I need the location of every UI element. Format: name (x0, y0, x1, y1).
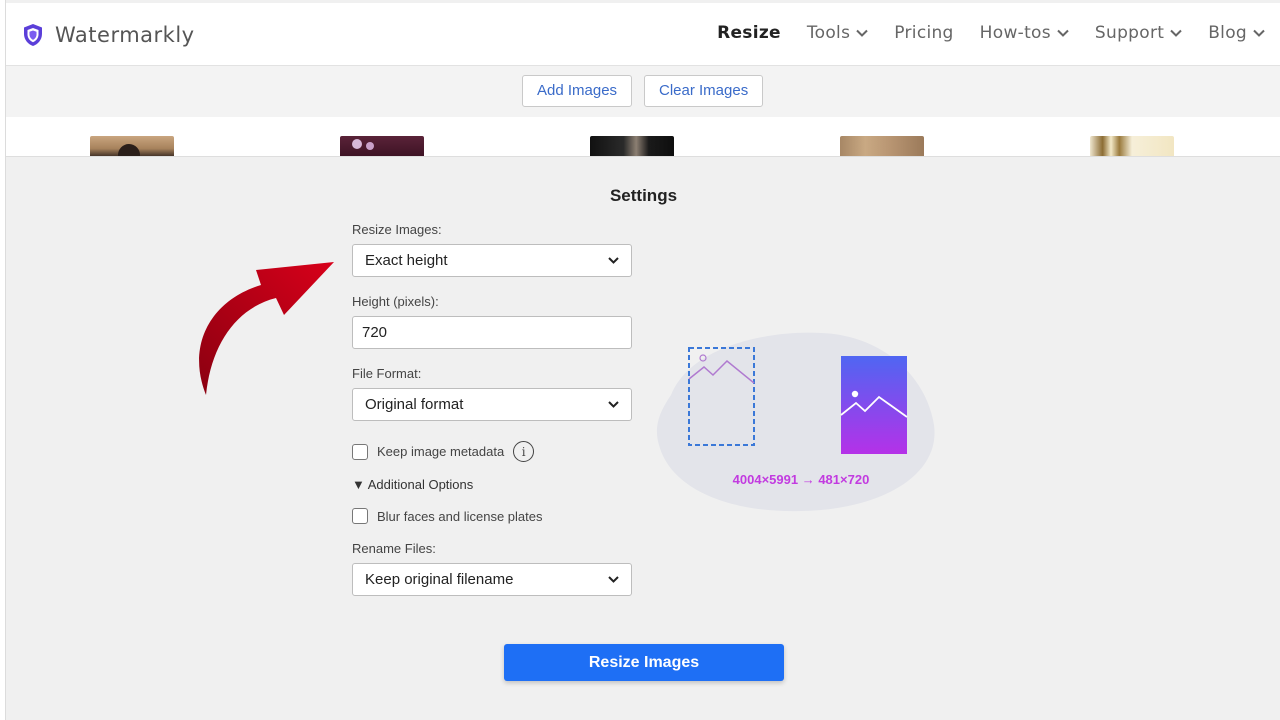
nav-item-label: How-tos (979, 23, 1051, 43)
top-navbar: Watermarkly Resize Tools Pricing How-tos… (6, 3, 1280, 66)
nav-item-label: Tools (806, 23, 851, 43)
app-frame: Watermarkly Resize Tools Pricing How-tos… (5, 0, 1280, 720)
thumbnail-strip (6, 117, 1280, 157)
select-value: Keep original filename (365, 571, 514, 588)
nav-item-label: Support (1094, 23, 1165, 43)
chevron-down-icon (856, 29, 868, 37)
main-nav: Resize Tools Pricing How-tos Support Blo… (691, 23, 1265, 43)
image-thumbnail[interactable] (840, 136, 924, 156)
height-input[interactable]: 720 (352, 316, 632, 349)
red-curved-arrow-icon (199, 262, 334, 395)
image-thumbnail[interactable] (590, 136, 674, 156)
rename-select[interactable]: Keep original filename (352, 563, 632, 596)
resize-mode-label: Resize Images: (352, 222, 442, 237)
nav-item-resize[interactable]: Resize (717, 23, 781, 43)
chevron-down-icon (1170, 29, 1182, 37)
file-format-select[interactable]: Original format (352, 388, 632, 421)
dropdown-caret-icon (608, 401, 619, 408)
brand-name: Watermarkly (55, 23, 195, 47)
nav-item-label: Pricing (894, 23, 954, 43)
nav-item-support[interactable]: Support (1095, 23, 1182, 43)
resize-images-button[interactable]: Resize Images (504, 644, 784, 681)
resize-mode-select[interactable]: Exact height (352, 244, 632, 277)
nav-item-label: Resize (717, 23, 781, 43)
chevron-down-icon (1253, 29, 1265, 37)
image-thumbnail[interactable] (1090, 136, 1174, 156)
blur-row: Blur faces and license plates (352, 508, 632, 524)
settings-form: Resize Images: Exact height Height (pixe… (352, 222, 632, 596)
chevron-down-icon (1057, 29, 1069, 37)
image-thumbnail[interactable] (90, 136, 174, 156)
nav-item-howtos[interactable]: How-tos (980, 23, 1069, 43)
select-value: Exact height (365, 252, 448, 269)
resized-image-icon (840, 356, 908, 454)
file-format-label: File Format: (352, 366, 422, 381)
clear-images-button[interactable]: Clear Images (644, 75, 764, 107)
dimensions-label: 4004×5991 → 481×720 (732, 472, 870, 487)
nav-item-label: Blog (1208, 23, 1247, 43)
nav-item-tools[interactable]: Tools (807, 23, 868, 43)
settings-title: Settings (609, 186, 678, 205)
nav-item-pricing[interactable]: Pricing (894, 23, 953, 43)
additional-options-toggle[interactable]: ▼ Additional Options (352, 477, 632, 492)
brand-logo[interactable]: Watermarkly (22, 23, 195, 47)
info-icon[interactable]: i (513, 441, 535, 462)
image-toolbar: Add Images Clear Images (6, 66, 1280, 117)
image-thumbnail[interactable] (340, 136, 424, 156)
blur-label: Blur faces and license plates (377, 508, 543, 524)
select-value: Original format (365, 396, 464, 413)
metadata-checkbox[interactable] (352, 443, 368, 460)
metadata-row: Keep image metadata i (352, 441, 632, 462)
height-label: Height (pixels): (352, 294, 439, 309)
nav-item-blog[interactable]: Blog (1208, 23, 1265, 43)
rename-label: Rename Files: (352, 541, 436, 556)
additional-options-label: ▼ Additional Options (352, 477, 474, 492)
blur-checkbox[interactable] (352, 508, 368, 524)
add-images-button[interactable]: Add Images (522, 75, 633, 107)
dropdown-caret-icon (608, 257, 619, 264)
shield-logo-icon (24, 24, 42, 46)
metadata-label: Keep image metadata (377, 444, 505, 459)
dropdown-caret-icon (608, 576, 619, 583)
height-value: 720 (362, 324, 388, 341)
